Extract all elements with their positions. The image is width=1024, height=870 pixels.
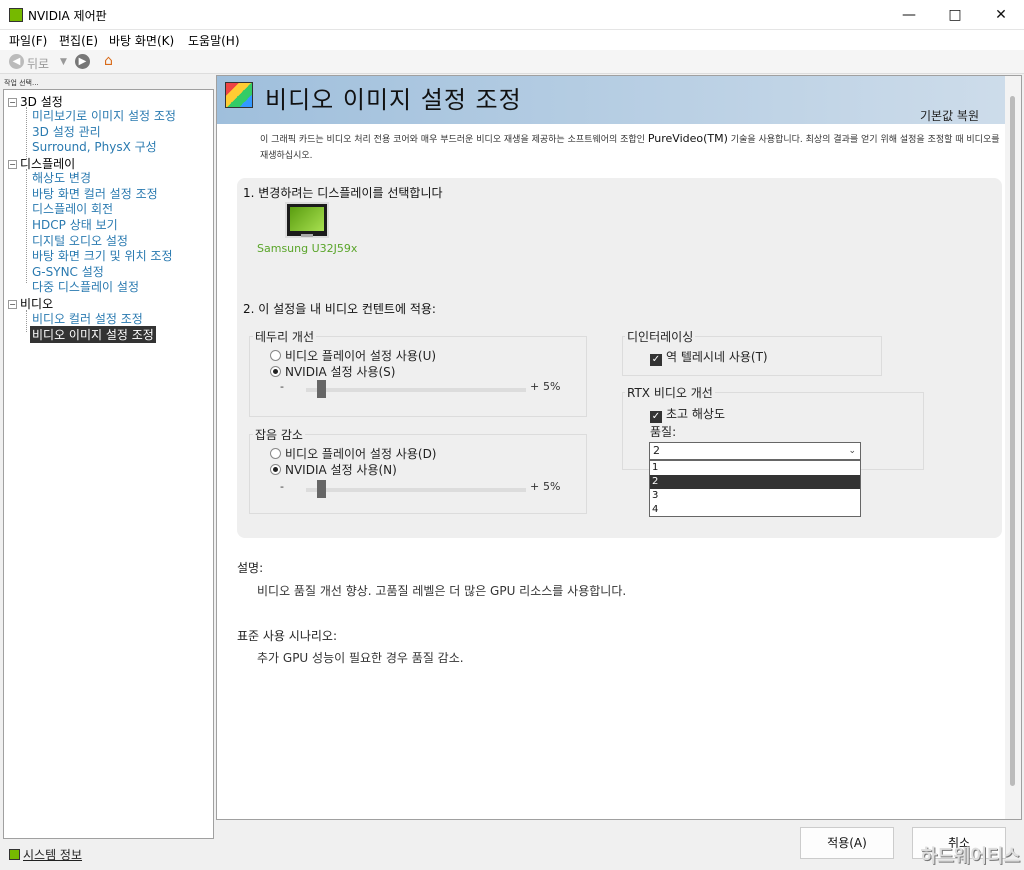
noise-slider[interactable]: - + 5% — [280, 480, 580, 500]
edge-enhancement-label: 테두리 개선 — [253, 328, 317, 345]
menu-desktop[interactable]: 바탕 화면(K) — [109, 32, 174, 49]
restore-defaults-link[interactable]: 기본값 복원 — [920, 107, 979, 124]
edge-nvidia-radio[interactable]: NVIDIA 설정 사용(S) — [270, 363, 395, 380]
sidebar-item-video-image[interactable]: 비디오 이미지 설정 조정 — [30, 326, 156, 343]
intro-text: 이 그래픽 카드는 비디오 처리 전용 코어와 매우 부드러운 비디오 재생을 … — [260, 132, 1000, 161]
scenario-text: 추가 GPU 성능이 필요한 경우 품질 감소. — [257, 651, 464, 665]
edge-value: 5% — [543, 380, 561, 393]
back-arrow-icon[interactable]: ◀ — [9, 54, 24, 69]
quality-option-2[interactable]: 2 — [650, 475, 860, 489]
quality-option-4[interactable]: 4 — [650, 503, 860, 517]
task-select-label: 작업 선택... — [4, 79, 39, 87]
forward-arrow-icon[interactable]: ▶ — [75, 54, 90, 69]
noise-player-radio[interactable]: 비디오 플레이어 설정 사용(D) — [270, 445, 437, 462]
section-apply-settings: 2. 이 설정을 내 비디오 컨텐트에 적용: — [243, 302, 436, 316]
sidebar-item-video-color[interactable]: 비디오 컬러 설정 조정 — [32, 310, 143, 327]
tree-guide — [26, 107, 27, 159]
chevron-down-icon[interactable]: ⌄ — [848, 443, 856, 459]
edge-slider-handle[interactable] — [316, 380, 326, 398]
sidebar-item-rotate[interactable]: 디스플레이 회전 — [32, 200, 113, 217]
maximize-button[interactable]: □ — [932, 0, 978, 30]
sidebar-item-hdcp[interactable]: HDCP 상태 보기 — [32, 216, 118, 233]
menu-bar: 파일(F) 편집(E) 바탕 화면(K) 도움말(H) — [0, 30, 1024, 50]
menu-edit[interactable]: 편집(E) — [59, 32, 98, 49]
back-button-label[interactable]: 뒤로 — [27, 55, 49, 72]
quality-select[interactable]: 2 ⌄ — [649, 442, 861, 460]
description-label: 설명: — [237, 561, 264, 575]
edge-slider[interactable]: - + 5% — [280, 380, 580, 400]
collapse-icon[interactable]: − — [8, 300, 17, 309]
noise-slider-handle[interactable] — [316, 480, 326, 498]
inverse-telecine-checkbox[interactable]: ✓ 역 텔레시네 사용(T) — [650, 348, 768, 366]
sidebar-item-surround-physx[interactable]: Surround, PhysX 구성 — [32, 138, 157, 155]
noise-nvidia-radio[interactable]: NVIDIA 설정 사용(N) — [270, 461, 397, 478]
sidebar-item-preview-image[interactable]: 미리보기로 이미지 설정 조정 — [32, 107, 176, 124]
sidebar-tree: −3D 설정 미리보기로 이미지 설정 조정 3D 설정 관리 Surround… — [3, 89, 214, 839]
tree-guide — [26, 310, 27, 332]
apply-button[interactable]: 적용(A) — [800, 827, 894, 859]
sidebar-item-resolution[interactable]: 해상도 변경 — [32, 169, 91, 186]
display-monitor-icon[interactable] — [285, 202, 329, 238]
noise-value: 5% — [543, 480, 561, 493]
quality-label: 품질: — [650, 425, 677, 439]
sidebar-item-multi-display[interactable]: 다중 디스플레이 설정 — [32, 278, 139, 295]
tree-guide — [26, 169, 27, 283]
menu-help[interactable]: 도움말(H) — [188, 32, 240, 49]
rtx-video-label: RTX 비디오 개선 — [625, 384, 715, 401]
vertical-scrollbar[interactable] — [1005, 76, 1021, 819]
toolbar: ◀ 뒤로 ▼ ▶ ⌂ — [0, 50, 1024, 74]
display-name[interactable]: Samsung U32J59x — [257, 242, 357, 255]
watermark-logo: 하드웨어티스 — [920, 846, 1020, 867]
home-icon[interactable]: ⌂ — [104, 53, 113, 69]
page-title: 비디오 이미지 설정 조정 — [265, 86, 522, 114]
title-bar: NVIDIA 제어판 — □ ✕ — [0, 0, 1024, 30]
settings-panel: 1. 변경하려는 디스플레이를 선택합니다 Samsung U32J59x 2.… — [237, 178, 1002, 538]
scrollbar-thumb[interactable] — [1010, 96, 1015, 786]
nvidia-logo-icon — [9, 8, 23, 22]
super-resolution-checkbox[interactable]: ✓ 초고 해상도 — [650, 405, 725, 423]
collapse-icon[interactable]: − — [8, 160, 17, 169]
menu-file[interactable]: 파일(F) — [9, 32, 47, 49]
back-dropdown-icon[interactable]: ▼ — [60, 57, 67, 67]
main-panel: 비디오 이미지 설정 조정 기본값 복원 이 그래픽 카드는 비디오 처리 전용… — [216, 75, 1022, 820]
quality-option-1[interactable]: 1 — [650, 461, 860, 475]
scenario-label: 표준 사용 시나리오: — [237, 629, 337, 643]
video-settings-icon — [225, 82, 253, 108]
window-title: NVIDIA 제어판 — [28, 9, 107, 23]
minimize-button[interactable]: — — [886, 0, 932, 30]
sidebar-item-desktop-size[interactable]: 바탕 화면 크기 및 위치 조정 — [32, 247, 173, 264]
page-banner: 비디오 이미지 설정 조정 기본값 복원 — [217, 76, 1005, 124]
deinterlacing-label: 디인터레이싱 — [625, 328, 696, 345]
section-select-display: 1. 변경하려는 디스플레이를 선택합니다 — [243, 186, 443, 200]
collapse-icon[interactable]: − — [8, 98, 17, 107]
description-text: 비디오 품질 개선 향상. 고품질 레벨은 더 많은 GPU 리소스를 사용합니… — [257, 584, 627, 598]
info-icon — [9, 849, 20, 860]
quality-option-3[interactable]: 3 — [650, 489, 860, 503]
system-info-link[interactable]: 시스템 정보 — [9, 846, 82, 863]
close-button[interactable]: ✕ — [978, 0, 1024, 30]
noise-reduction-label: 잡음 감소 — [253, 426, 305, 443]
quality-dropdown: 1 2 3 4 — [649, 460, 861, 517]
edge-player-radio[interactable]: 비디오 플레이어 설정 사용(U) — [270, 347, 436, 364]
